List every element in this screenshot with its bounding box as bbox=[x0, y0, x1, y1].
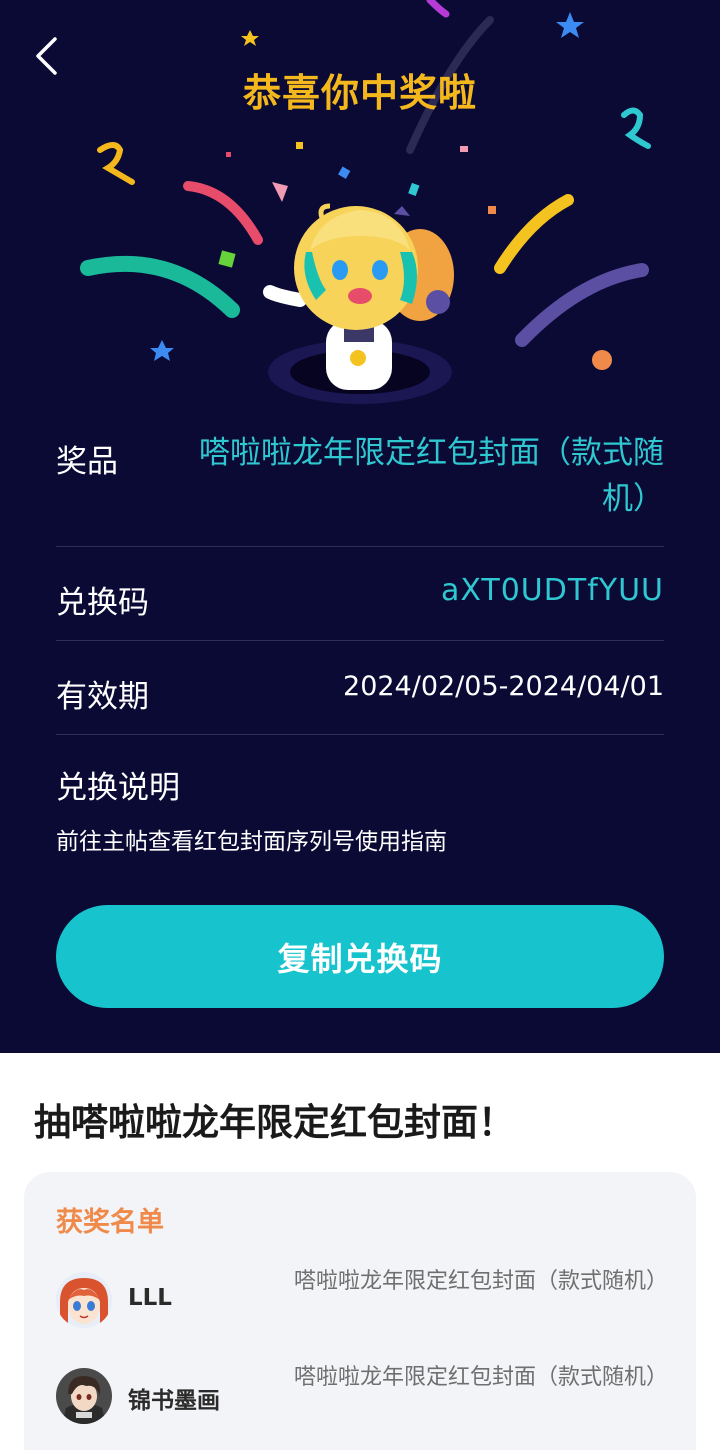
page-title: 恭喜你中奖啦 bbox=[242, 71, 477, 115]
copy-code-button[interactable]: 复制兑换码 bbox=[56, 905, 664, 1008]
winners-card: 获奖名单 LLL 嗒啦啦龙年限定红包封面（款式随机） 锦书墨画 嗒啦啦龙年限定红… bbox=[24, 1172, 696, 1450]
instructions-title: 兑换说明 bbox=[56, 770, 180, 806]
prize-value: 嗒啦啦龙年限定红包封面（款式随机） bbox=[199, 435, 664, 517]
event-title: 抽嗒啦啦龙年限定红包封面！ bbox=[34, 1101, 515, 1144]
winner-row: 锦书墨画 嗒啦啦龙年限定红包封面（款式随机） bbox=[56, 1365, 668, 1450]
winners-heading: 获奖名单 bbox=[56, 1207, 164, 1238]
prize-label: 奖品 bbox=[56, 444, 118, 480]
prize-hero-section: 恭喜你中奖啦 奖品 嗒啦啦龙年限定红包封面（款式随机） 兑换码 aXT0UDTf… bbox=[0, 0, 720, 1053]
validity-value: 2024/02/05-2024/04/01 bbox=[343, 671, 664, 702]
page: 恭喜你中奖啦 奖品 嗒啦啦龙年限定红包封面（款式随机） 兑换码 aXT0UDTf… bbox=[0, 0, 720, 1450]
winner-name: LLL bbox=[128, 1285, 172, 1311]
winner-prize: 嗒啦啦龙年限定红包封面（款式随机） bbox=[294, 1269, 669, 1294]
winner-row: LLL 嗒啦啦龙年限定红包封面（款式随机） bbox=[56, 1269, 668, 1362]
instructions-text: 前往主帖查看红包封面序列号使用指南 bbox=[56, 829, 447, 855]
anime-boy-avatar-icon bbox=[56, 1368, 112, 1424]
winner-name: 锦书墨画 bbox=[128, 1388, 220, 1414]
winner-prize: 嗒啦啦龙年限定红包封面（款式随机） bbox=[294, 1365, 669, 1390]
validity-row: 有效期 2024/02/05-2024/04/01 bbox=[56, 641, 664, 735]
redeem-code-row: 兑换码 aXT0UDTfYUU bbox=[56, 547, 664, 641]
validity-label: 有效期 bbox=[56, 679, 149, 715]
avatar bbox=[56, 1368, 112, 1424]
redeem-code-label: 兑换码 bbox=[56, 585, 149, 621]
avatar bbox=[56, 1272, 112, 1328]
redeem-code-value[interactable]: aXT0UDTfYUU bbox=[441, 573, 664, 608]
prize-row: 奖品 嗒啦啦龙年限定红包封面（款式随机） bbox=[56, 430, 664, 547]
anime-girl-avatar-icon bbox=[56, 1272, 112, 1328]
